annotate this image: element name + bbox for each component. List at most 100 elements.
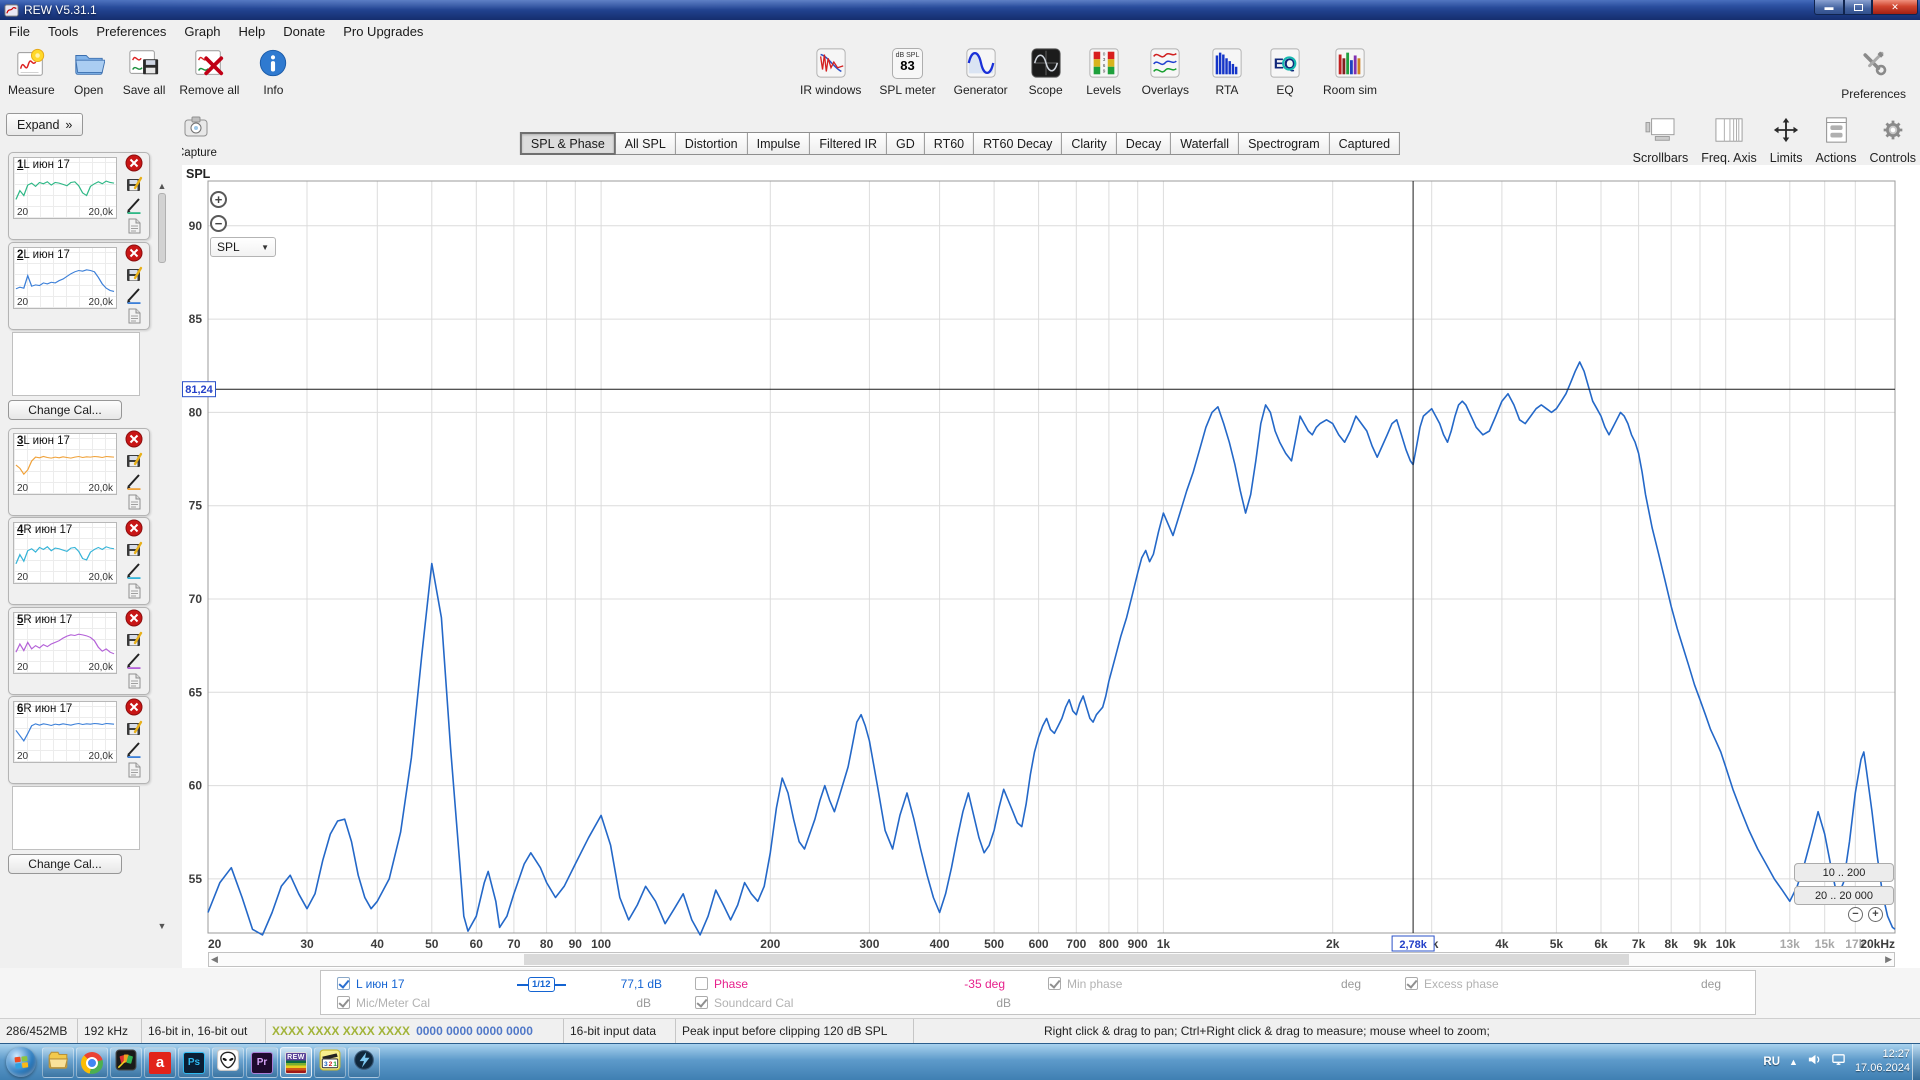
delete-measurement-icon[interactable] [125, 519, 144, 538]
range-preset-10-200[interactable]: 10 .. 200 [1794, 863, 1894, 882]
ir-windows-button[interactable]: IR windows [800, 46, 861, 97]
save-measurement-icon[interactable] [125, 630, 144, 649]
clock[interactable]: 12:27 17.06.2024 [1855, 1048, 1910, 1076]
trace-color-pen-icon[interactable] [125, 651, 144, 670]
premiere-icon[interactable]: Pr [246, 1047, 278, 1078]
save-measurement-icon[interactable] [125, 265, 144, 284]
open-button[interactable]: Open [69, 46, 109, 97]
delete-measurement-icon[interactable] [125, 698, 144, 717]
menu-donate[interactable]: Donate [274, 22, 334, 41]
zoom-out-button[interactable]: − [210, 215, 227, 232]
save-measurement-icon[interactable] [125, 175, 144, 194]
save-all-button[interactable]: Save all [123, 46, 166, 97]
hidden-icons-icon[interactable]: ▲ [1789, 1057, 1798, 1067]
tab-gd[interactable]: GD [887, 132, 925, 155]
frequency-scrollbar[interactable]: ◀ ▶ [208, 952, 1895, 967]
info-button[interactable]: Info [253, 46, 293, 97]
scrollbars-button[interactable]: Scrollbars [1633, 116, 1689, 165]
tab-filtered-ir[interactable]: Filtered IR [810, 132, 887, 155]
sidebar-scrollbar[interactable]: ▲ ▼ [156, 181, 168, 931]
photoshop-icon[interactable]: Ps [178, 1047, 210, 1078]
scroll-right-icon[interactable]: ▶ [1885, 954, 1892, 965]
delete-measurement-icon[interactable] [125, 154, 144, 173]
zoom-out-small-button[interactable]: − [1848, 907, 1863, 922]
klite-icon[interactable]: 321 [314, 1047, 346, 1078]
measurement-card[interactable]: 4R июн 17 20 20,0k [8, 517, 150, 605]
trace-checkbox[interactable] [337, 977, 350, 990]
excess-phase-checkbox[interactable] [1405, 977, 1418, 990]
capture-button[interactable]: Capture [176, 114, 217, 159]
mic-cal-checkbox[interactable] [337, 996, 350, 1009]
menu-file[interactable]: File [0, 22, 39, 41]
rta-button[interactable]: RTA [1207, 46, 1247, 97]
remove-all-button[interactable]: Remove all [179, 46, 239, 97]
foobar-icon[interactable] [212, 1047, 244, 1078]
overlays-button[interactable]: Overlays [1142, 46, 1189, 97]
measurement-card[interactable]: 5R июн 17 20 20,0k [8, 607, 150, 695]
tab-impulse[interactable]: Impulse [748, 132, 811, 155]
freq-axis-button[interactable]: Freq. Axis [1701, 116, 1757, 165]
measurement-card[interactable]: 3L июн 17 20 20,0k [8, 428, 150, 516]
language-indicator[interactable]: RU [1763, 1056, 1780, 1068]
trace-level-value[interactable]: 77,1 dB [576, 977, 662, 991]
scroll-left-icon[interactable]: ◀ [211, 954, 218, 965]
trace-color-pen-icon[interactable] [125, 286, 144, 305]
eq-button[interactable]: EQEQ [1265, 46, 1305, 97]
menu-pro-upgrades[interactable]: Pro Upgrades [334, 22, 432, 41]
measurement-card[interactable]: 1L июн 17 20 20,0k [8, 152, 150, 240]
trace-color-pen-icon[interactable] [125, 740, 144, 759]
menu-help[interactable]: Help [230, 22, 275, 41]
cards-app-icon[interactable] [110, 1047, 142, 1078]
levels-button[interactable]: 0369Levels [1084, 46, 1124, 97]
tab-rt60[interactable]: RT60 [925, 132, 974, 155]
tab-decay[interactable]: Decay [1117, 132, 1171, 155]
maximize-button[interactable] [1844, 0, 1872, 15]
save-measurement-icon[interactable] [125, 540, 144, 559]
volume-icon[interactable] [1807, 1052, 1822, 1072]
tab-distortion[interactable]: Distortion [676, 132, 748, 155]
soundcard-cal-checkbox[interactable] [695, 996, 708, 1009]
spl-phase-chart[interactable]: 9085807570656055203040506070809010020030… [182, 165, 1920, 968]
scope-button[interactable]: Scope [1026, 46, 1066, 97]
delete-measurement-icon[interactable] [125, 430, 144, 449]
menu-preferences[interactable]: Preferences [87, 22, 175, 41]
zoom-in-button[interactable]: + [210, 191, 227, 208]
range-preset-20-20000[interactable]: 20 .. 20 000 [1794, 886, 1894, 905]
measurement-card[interactable]: 2L июн 17 20 20,0k [8, 242, 150, 330]
device-icon[interactable] [1831, 1052, 1846, 1072]
measurement-card[interactable]: 6R июн 17 20 20,0k [8, 696, 150, 784]
room-sim-button[interactable]: Room sim [1323, 46, 1377, 97]
change-cal-button[interactable]: Change Cal... [8, 854, 122, 874]
scrollbar-thumb[interactable] [158, 193, 166, 263]
change-cal-button[interactable]: Change Cal... [8, 400, 122, 420]
tab-spectrogram[interactable]: Spectrogram [1239, 132, 1330, 155]
generator-button[interactable]: Generator [954, 46, 1008, 97]
tab-rt60-decay[interactable]: RT60 Decay [974, 132, 1062, 155]
explorer-icon[interactable] [42, 1047, 74, 1078]
trace-color-pen-icon[interactable] [125, 196, 144, 215]
phase-checkbox[interactable] [695, 977, 708, 990]
menu-graph[interactable]: Graph [175, 22, 229, 41]
tab-waterfall[interactable]: Waterfall [1171, 132, 1239, 155]
notes-icon[interactable] [125, 493, 144, 512]
notes-icon[interactable] [125, 217, 144, 236]
start-button[interactable] [6, 1047, 36, 1077]
minimize-button[interactable]: ▬ [1814, 0, 1844, 15]
daemon-icon[interactable] [348, 1047, 380, 1078]
controls-button[interactable]: Controls [1869, 116, 1916, 165]
trace-color-pen-icon[interactable] [125, 561, 144, 580]
phase-value[interactable]: -35 deg [921, 977, 1005, 991]
limits-button[interactable]: Limits [1770, 116, 1803, 165]
graph-type-dropdown[interactable]: SPL▼ [210, 237, 276, 257]
measurement-notes[interactable] [12, 332, 140, 396]
min-phase-checkbox[interactable] [1048, 977, 1061, 990]
tab-spl-phase[interactable]: SPL & Phase [520, 132, 616, 155]
close-button[interactable]: ✕ [1872, 0, 1918, 15]
smoothing-badge[interactable]: 1/12 [517, 977, 566, 992]
actions-button[interactable]: Actions [1815, 116, 1856, 165]
notes-icon[interactable] [125, 672, 144, 691]
notes-icon[interactable] [125, 307, 144, 326]
chrome-icon[interactable] [76, 1047, 108, 1078]
show-desktop-button[interactable] [1912, 1044, 1920, 1080]
tab-captured[interactable]: Captured [1330, 132, 1400, 155]
